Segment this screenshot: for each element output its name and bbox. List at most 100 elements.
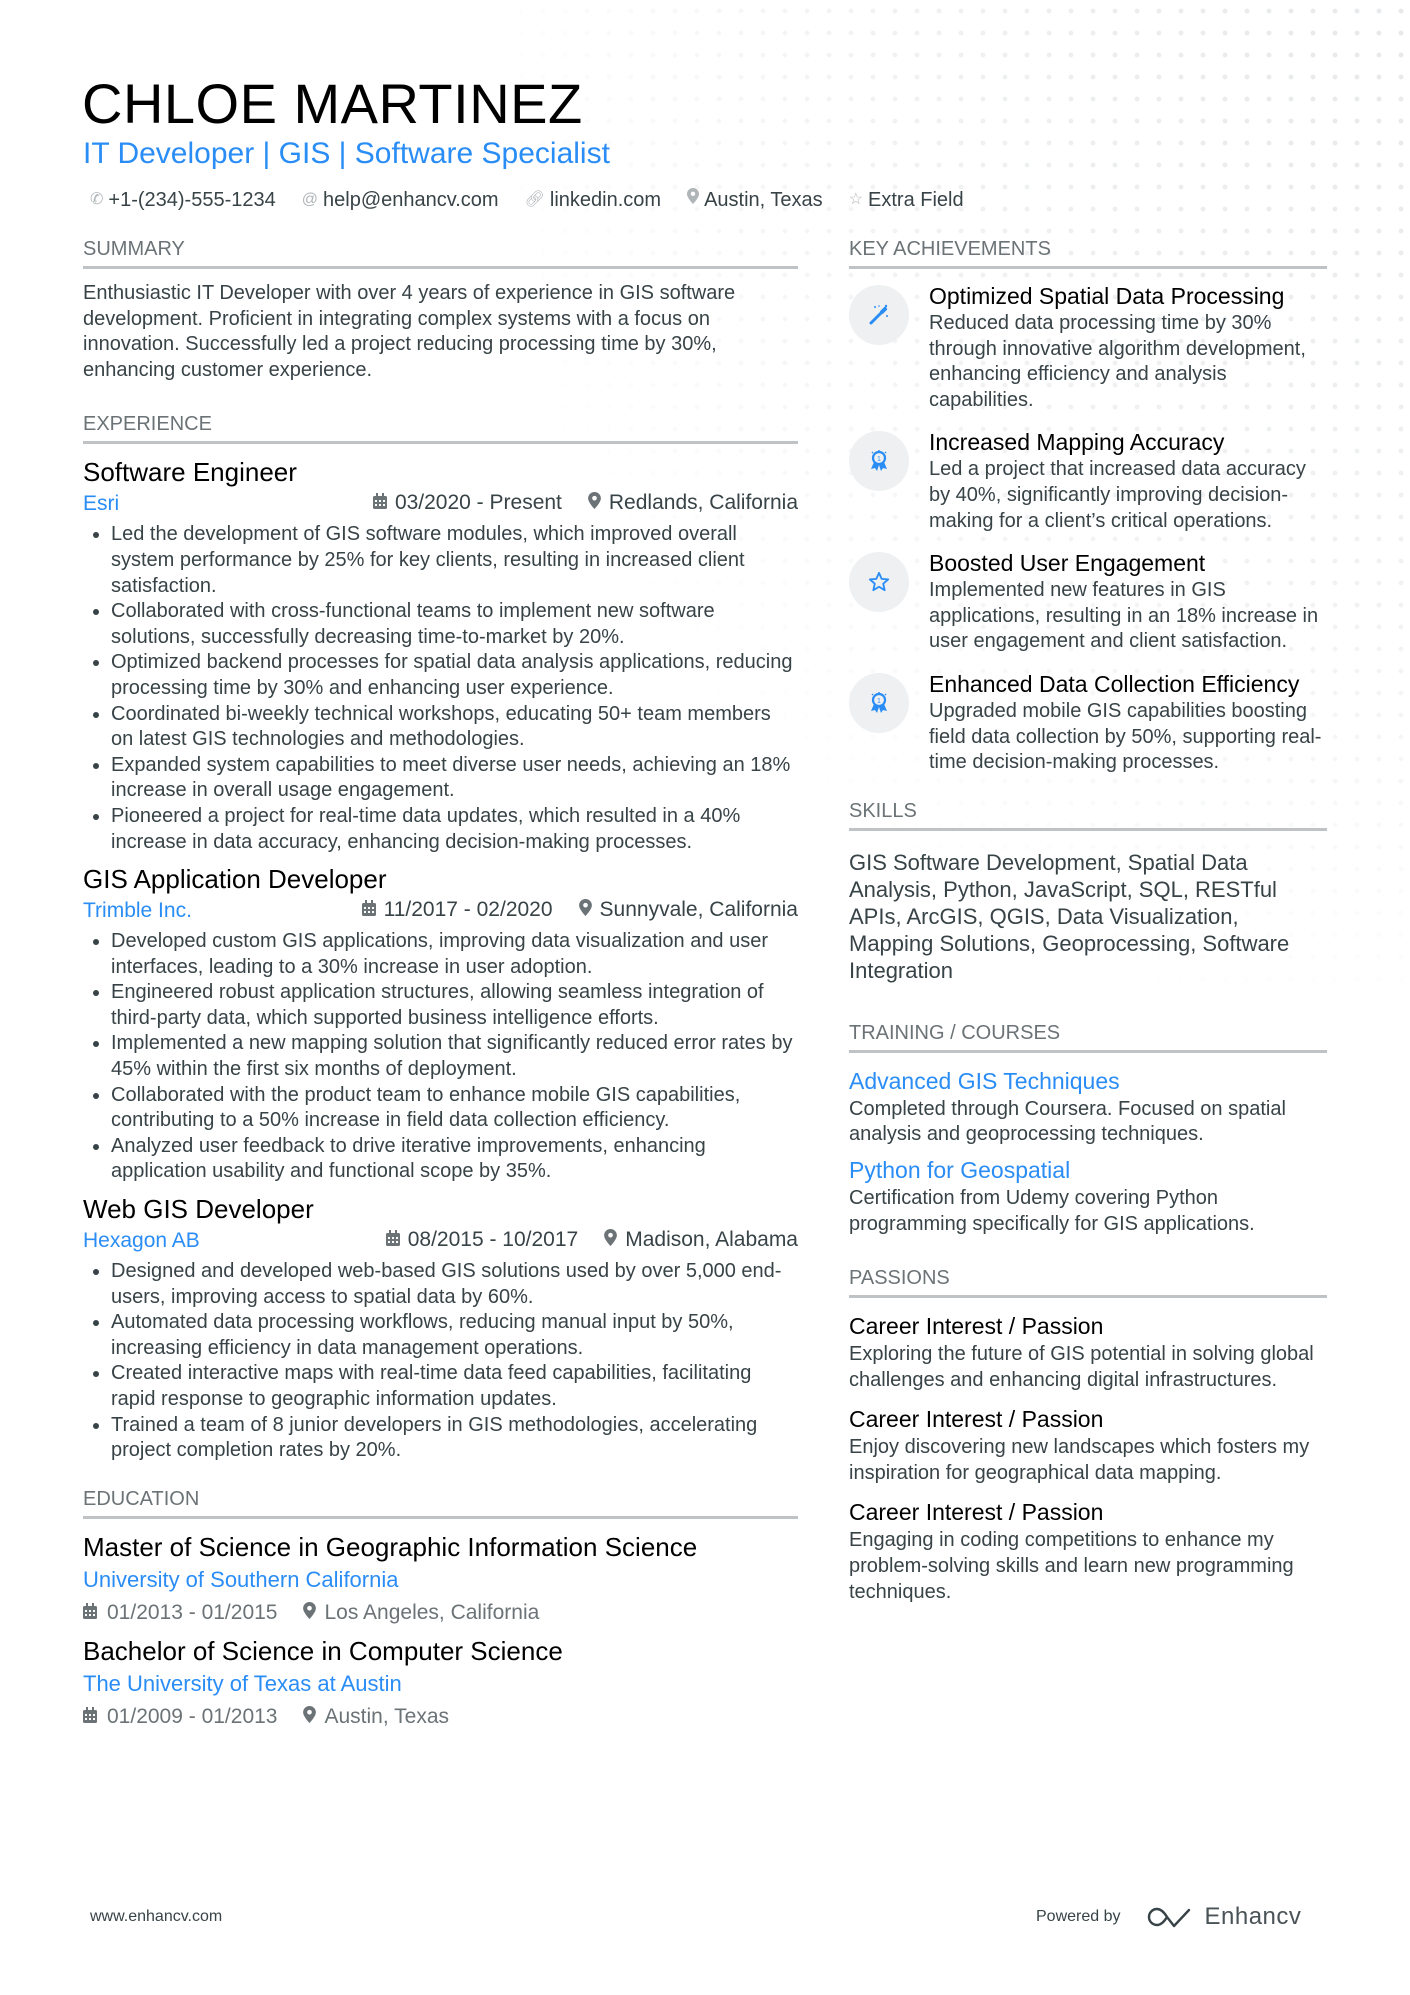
calendar-icon [372, 493, 387, 513]
education-section: EDUCATION Master of Science in Geographi… [83, 1486, 798, 1733]
contact-phone[interactable]: ✆ +1-(234)-555-1234 [90, 186, 276, 214]
award-ribbon-icon: 1 [849, 431, 909, 492]
contact-email-text: help@enhancv.com [323, 189, 499, 211]
school-name[interactable]: University of Southern California [83, 1563, 798, 1597]
achievement-body: Optimized Spatial Data Processing Reduced… [929, 281, 1327, 413]
bullet-item: Coordinated bi-weekly technical workshop… [111, 702, 798, 753]
svg-text:1: 1 [877, 698, 881, 705]
job-entry: Web GIS Developer Hexagon AB 08/2015 - 10/… [83, 1193, 798, 1464]
education-location: Austin, Texas [303, 1701, 449, 1733]
summary-text: Enthusiastic IT Developer with over 4 ye… [83, 282, 736, 381]
achievement-title: Enhanced Data Collection Efficiency [929, 670, 1300, 697]
bullet-item: Collaborated with cross-functional teams… [111, 599, 798, 650]
location-pin-icon [303, 1601, 317, 1624]
job-entry: Software Engineer Esri 03/2020 - Present Re… [83, 456, 798, 855]
achievement-body: Boosted User Engagement Implemented new f… [929, 548, 1327, 655]
section-heading: SUMMARY [83, 236, 798, 269]
powered-by-label: Powered by [1036, 1908, 1121, 1925]
section-heading: KEY ACHIEVEMENTS [849, 236, 1327, 269]
school-name[interactable]: The University of Texas at Austin [83, 1667, 798, 1701]
star-icon [849, 552, 909, 613]
section-heading: SKILLS [849, 798, 1327, 831]
education-dates: 01/2013 - 01/2015 [83, 1597, 277, 1629]
education-location-text: Austin, Texas [324, 1704, 449, 1728]
company-name[interactable]: Hexagon AB [83, 1226, 200, 1256]
education-entry: Master of Science in Geographic Informat… [83, 1531, 798, 1629]
bullet-item: Collaborated with the product team to en… [111, 1083, 798, 1134]
company-name[interactable]: Trimble Inc. [83, 896, 192, 926]
job-bullets: Developed custom GIS applications, impro… [83, 929, 798, 1185]
job-location: Sunnyvale, California [578, 895, 798, 927]
job-subheader: Esri 03/2020 - Present Redlands, Californi… [83, 488, 798, 520]
bullet-item: Created interactive maps with real-time … [111, 1361, 798, 1412]
skills-text: GIS Software Development, Spatial Data A… [849, 849, 1290, 983]
passion-title: Career Interest / Passion [849, 1499, 1104, 1526]
course-title[interactable]: Python for Geospatial [849, 1154, 1327, 1186]
course-title[interactable]: Advanced GIS Techniques [849, 1065, 1327, 1097]
job-location-text: Redlands, California [608, 491, 798, 515]
training-section: TRAINING / COURSES Advanced GIS Techniqu… [849, 1020, 1327, 1237]
bullet-item: Designed and developed web-based GIS sol… [111, 1259, 798, 1310]
job-subheader: Trimble Inc. 11/2017 - 02/2020 Sunnyvale, … [83, 895, 798, 927]
enhancv-logo[interactable]: Enhancv [1147, 1903, 1302, 1931]
achievement-body: Enhanced Data Collection Efficiency Upgra… [929, 669, 1327, 776]
bullet-item: Optimized backend processes for spatial … [111, 650, 798, 701]
at-icon: @ [301, 191, 318, 208]
passions-section: PASSIONS Career Interest / Passion Explor… [849, 1265, 1327, 1605]
footer-website[interactable]: www.enhancv.com [90, 1908, 222, 1926]
footer-powered-by: Powered by Enhancv [1036, 1903, 1301, 1931]
bullet-item: Trained a team of 8 junior developers in… [111, 1413, 798, 1464]
passion-description: Exploring the future of GIS potential in… [849, 1343, 1314, 1391]
enhancv-logo-icon [1147, 1907, 1190, 1928]
contact-location: Austin, Texas [687, 186, 823, 214]
contact-extra-text: Extra Field [868, 189, 964, 211]
education-location-text: Los Angeles, California [324, 1600, 540, 1624]
bullet-item: Engineered robust application structures… [111, 980, 798, 1031]
location-pin-icon [578, 899, 592, 920]
bullet-item: Implemented a new mapping solution that … [111, 1031, 798, 1082]
education-entry: Bachelor of Science in Computer Science T… [83, 1635, 798, 1733]
job-entry: GIS Application Developer Trimble Inc. 11/… [83, 863, 798, 1185]
passion-title: Career Interest / Passion [849, 1406, 1104, 1433]
job-location: Madison, Alabama [604, 1225, 798, 1257]
award-ribbon-icon: 1 [849, 672, 909, 733]
job-dates: 08/2015 - 10/2017 [385, 1225, 578, 1257]
experience-section: EXPERIENCE Software Engineer Esri 03/2020 … [83, 411, 798, 1463]
education-dates: 01/2009 - 01/2013 [83, 1701, 277, 1733]
job-bullets: Designed and developed web-based GIS sol… [83, 1259, 798, 1464]
section-heading: EDUCATION [83, 1486, 798, 1519]
contact-email[interactable]: @ help@enhancv.com [302, 186, 499, 214]
achievement-body: Increased Mapping Accuracy Led a project … [929, 427, 1327, 534]
job-meta: 11/2017 - 02/2020 Sunnyvale, California [361, 895, 798, 927]
course-description: Certification from Udemy covering Python… [849, 1186, 1255, 1235]
course-description: Completed through Coursera. Focused on s… [849, 1097, 1286, 1146]
bullet-item: Automated data processing workflows, red… [111, 1310, 798, 1361]
achievement-text: Upgraded mobile GIS capabilities boostin… [929, 699, 1322, 774]
education-meta: 01/2009 - 01/2013 Austin, Texas [83, 1701, 798, 1733]
candidate-title: IT Developer | GIS | Software Specialist [83, 137, 610, 170]
summary-section: SUMMARY Enthusiastic IT Developer with o… [83, 236, 798, 383]
job-dates: 11/2017 - 02/2020 [361, 895, 553, 927]
achievement-text: Led a project that increased data accura… [929, 458, 1306, 532]
contact-linkedin[interactable]: 🔗︎ linkedin.com [525, 186, 661, 214]
passion-item: Career Interest / Passion Enjoy discoveri… [849, 1403, 1327, 1486]
education-location: Los Angeles, California [303, 1597, 539, 1629]
job-location-text: Sunnyvale, California [599, 898, 798, 922]
job-title: Software Engineer [83, 457, 297, 488]
achievement-item: 1 Enhanced Data Collection Efficiency Upgr… [849, 669, 1327, 776]
candidate-name: CHLOE MARTINEZ [82, 72, 583, 135]
achievement-text: Implemented new features in GIS applicat… [929, 579, 1319, 653]
location-pin-icon [588, 492, 601, 513]
achievement-item: Optimized Spatial Data Processing Reduced… [849, 281, 1327, 413]
contact-row: ✆ +1-(234)-555-1234 @ help@enhancv.com 🔗… [90, 186, 964, 214]
job-bullets: Led the development of GIS software modu… [83, 522, 798, 855]
achievement-title: Optimized Spatial Data Processing [929, 283, 1285, 309]
bullet-item: Analyzed user feedback to drive iterativ… [111, 1134, 798, 1185]
bullet-item: Expanded system capabilities to meet div… [111, 753, 798, 804]
education-dates-text: 01/2009 - 01/2013 [107, 1704, 278, 1728]
job-title: Web GIS Developer [83, 1194, 314, 1225]
section-heading: TRAINING / COURSES [849, 1020, 1327, 1053]
company-name[interactable]: Esri [83, 489, 119, 519]
calendar-icon [361, 900, 376, 920]
passion-description: Engaging in coding competitions to enhan… [849, 1529, 1294, 1603]
